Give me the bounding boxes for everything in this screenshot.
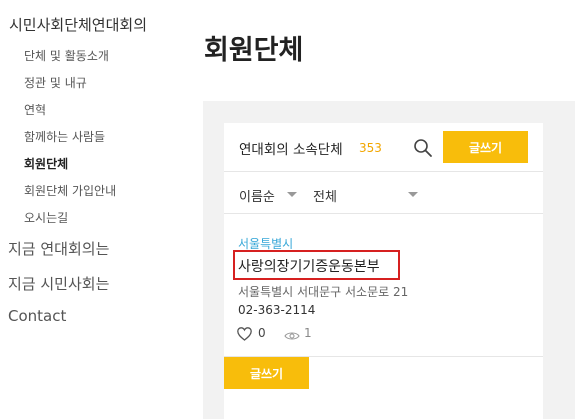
write-button-top[interactable]: 글쓰기 xyxy=(443,131,528,163)
sidebar-item-join-guide[interactable]: 회원단체 가입안내 xyxy=(24,182,116,199)
post-address: 서울특별시 서대문구 서소문로 21 xyxy=(238,285,409,299)
view-count: 1 xyxy=(304,326,312,340)
sidebar-item-bylaws[interactable]: 정관 및 내규 xyxy=(24,74,87,91)
sidebar-item-now-civil-society[interactable]: 지금 시민사회는 xyxy=(8,273,109,294)
category-select[interactable]: 전체 xyxy=(313,186,337,205)
post-title[interactable]: 사랑의장기기증운동본부 xyxy=(238,256,380,276)
category-caret-icon[interactable] xyxy=(408,192,418,197)
sidebar-item-people[interactable]: 함께하는 사람들 xyxy=(24,128,105,145)
sidebar-item-now-solidarity[interactable]: 지금 연대회의는 xyxy=(8,238,109,259)
board-count: 353 xyxy=(359,141,382,155)
divider xyxy=(224,171,543,172)
sidebar-item-history[interactable]: 연혁 xyxy=(24,101,46,118)
like-count: 0 xyxy=(258,326,266,340)
sort-caret-icon[interactable] xyxy=(287,192,297,197)
page-title: 회원단체 xyxy=(204,35,304,66)
post-phone: 02-363-2114 xyxy=(238,303,316,317)
write-button-bottom[interactable]: 글쓰기 xyxy=(224,357,309,389)
board-heading: 연대회의 소속단체 xyxy=(239,142,343,158)
sidebar-item-contact[interactable]: Contact xyxy=(8,307,66,325)
sidebar-title[interactable]: 시민사회단체연대회의 xyxy=(9,14,147,35)
sidebar-item-members[interactable]: 회원단체 xyxy=(24,155,68,172)
divider xyxy=(224,213,543,214)
heart-icon[interactable] xyxy=(237,326,252,341)
eye-icon xyxy=(284,327,300,340)
sort-select[interactable]: 이름순 xyxy=(239,186,275,205)
sidebar-item-about[interactable]: 단체 및 활동소개 xyxy=(24,47,109,64)
sidebar-item-directions[interactable]: 오시는길 xyxy=(24,209,68,226)
search-icon[interactable] xyxy=(413,138,433,158)
